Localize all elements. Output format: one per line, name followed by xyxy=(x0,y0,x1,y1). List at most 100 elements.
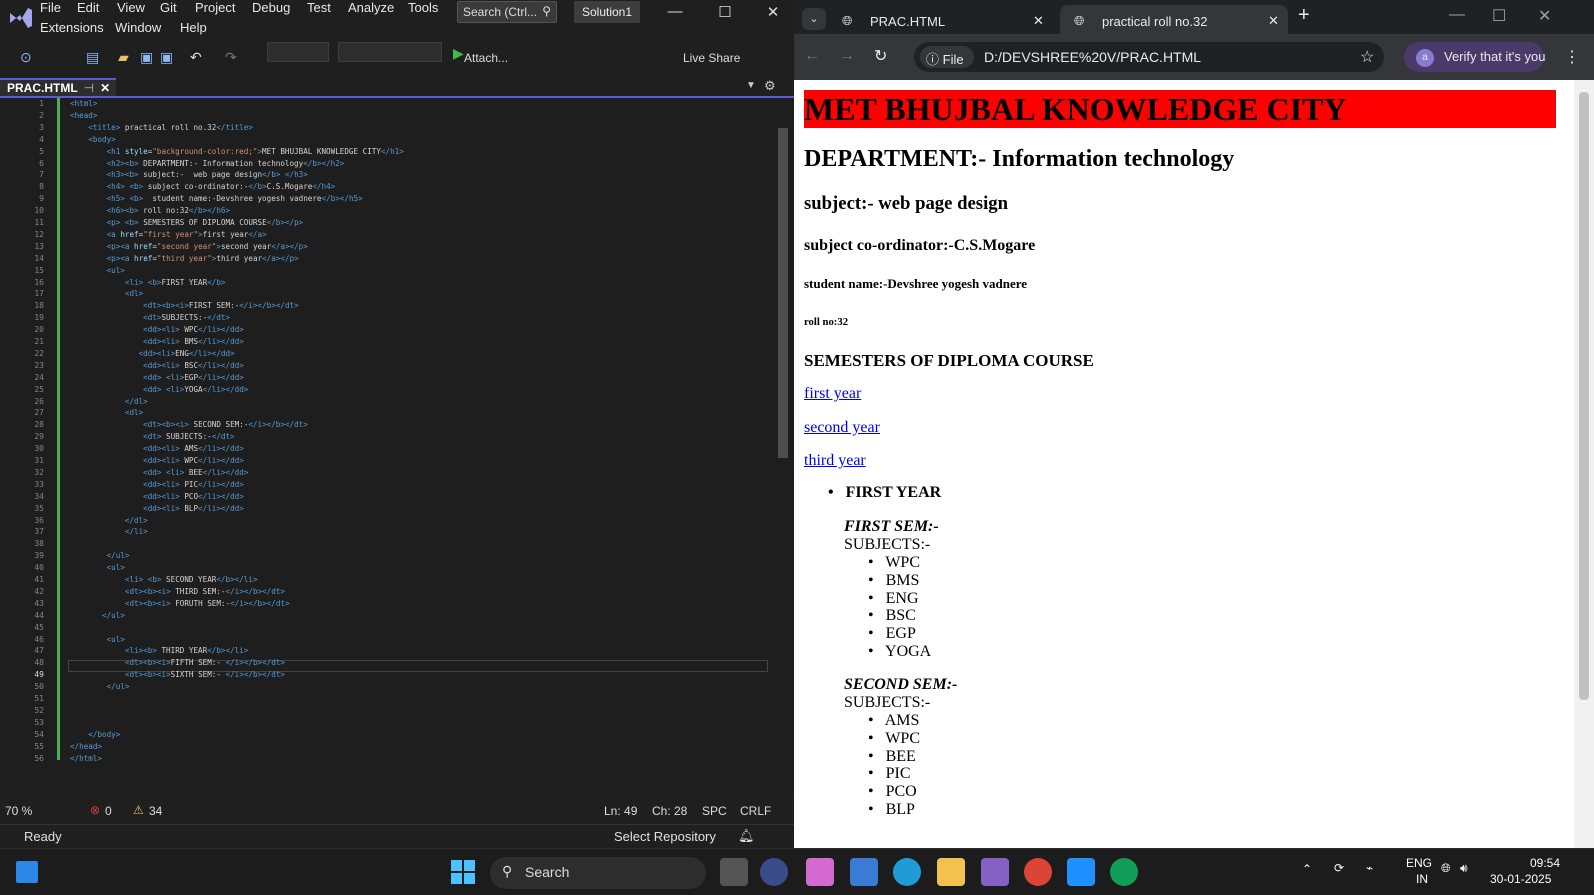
language-primary[interactable]: ENG xyxy=(1406,856,1432,870)
code-line-17[interactable]: <dl> xyxy=(70,288,143,300)
zoom-level[interactable]: 70 % xyxy=(5,804,32,818)
edge-icon[interactable] xyxy=(893,858,921,886)
bookmark-star-icon[interactable]: ☆ xyxy=(1360,47,1374,67)
verify-button[interactable]: a Verify that it's you xyxy=(1404,42,1545,72)
page-scrollbar[interactable] xyxy=(1574,80,1594,848)
code-line-20[interactable]: <dd><li> WPC</li></dd> xyxy=(70,324,244,336)
menu-analyze[interactable]: Analyze xyxy=(348,0,394,15)
minimize-icon[interactable]: — xyxy=(1449,6,1465,24)
code-line-54[interactable]: </body> xyxy=(70,729,120,741)
taskbar-search[interactable]: ⚲ Search xyxy=(490,857,706,889)
code-line-7[interactable]: <h3><b> subject:- web page design</b> </… xyxy=(70,169,308,181)
url-text[interactable]: D:/DEVSHREE%20V/PRAC.HTML xyxy=(984,49,1201,65)
language-secondary[interactable]: IN xyxy=(1416,872,1428,886)
tab-prac-html[interactable]: 🌐︎ PRAC.HTML ✕ xyxy=(828,5,1058,34)
menu-project[interactable]: Project xyxy=(195,0,235,15)
code-line-31[interactable]: <dd><li> WPC</li></dd> xyxy=(70,455,244,467)
tab1-close-icon[interactable]: ✕ xyxy=(1033,13,1044,29)
code-line-32[interactable]: <dd> <li> BEE</li></dd> xyxy=(70,467,248,479)
play-icon[interactable]: ▶ xyxy=(453,45,464,62)
solution-name[interactable]: Solution1 xyxy=(574,1,640,23)
code-line-43[interactable]: <dt><b><i> FORUTH SEM:-</i></b></dt> xyxy=(70,598,290,610)
link-third-year[interactable]: third year xyxy=(804,452,866,470)
file-explorer-icon[interactable] xyxy=(937,858,965,886)
code-line-41[interactable]: <li> <b> SECOND YEAR</b></li> xyxy=(70,574,258,586)
maximize-icon[interactable]: ☐ xyxy=(1492,6,1506,26)
code-line-14[interactable]: <p><a href="third year">third year</a></… xyxy=(70,253,299,265)
save-all-icon[interactable]: ▣ xyxy=(160,49,173,66)
task-view-icon[interactable] xyxy=(720,858,748,886)
chrome-icon[interactable] xyxy=(1024,858,1052,886)
menu-debug[interactable]: Debug xyxy=(252,0,290,15)
code-text[interactable]: <html> <head> <title> practical roll no.3… xyxy=(70,98,770,763)
config-dropdown[interactable] xyxy=(267,42,329,62)
windows-start-icon[interactable] xyxy=(451,860,475,884)
minimize-icon[interactable]: — xyxy=(660,3,690,20)
code-line-18[interactable]: <dt><b><i>FIRST SEM:-</i></b></dt> xyxy=(70,300,299,312)
site-info-chip[interactable]: ⓘ File xyxy=(920,46,974,68)
code-line-24[interactable]: <dd> <li>EGP</li></dd> xyxy=(70,372,244,384)
save-icon[interactable]: ▣ xyxy=(140,49,153,66)
code-line-46[interactable]: <ul> xyxy=(70,634,125,646)
code-line-30[interactable]: <dd><li> AMS</li></dd> xyxy=(70,443,244,455)
code-line-33[interactable]: <dd><li> PIC</li></dd> xyxy=(70,479,244,491)
open-folder-icon[interactable]: ▰ xyxy=(118,49,129,66)
tab-practical-roll[interactable]: 🌐︎ practical roll no.32 ✕ xyxy=(1060,5,1288,34)
code-line-21[interactable]: <dd><li> BMS</li></dd> xyxy=(70,336,244,348)
code-line-22[interactable]: <dd><li>ENG</li></dd> xyxy=(70,348,235,360)
forward-icon[interactable]: → xyxy=(839,47,855,65)
code-line-56[interactable]: </html> xyxy=(70,753,102,765)
code-line-26[interactable]: </dl> xyxy=(70,396,148,408)
gear-icon[interactable]: ⚙ xyxy=(764,78,776,94)
menu-help[interactable]: Help xyxy=(180,20,207,35)
menu-file[interactable]: File xyxy=(40,0,61,15)
code-line-11[interactable]: <p> <b> SEMESTERS OF DIPLOMA COURSE</b><… xyxy=(70,217,304,229)
code-line-34[interactable]: <dd><li> PCO</li></dd> xyxy=(70,491,244,503)
code-editor[interactable]: 1 2 3 4 5 6 7 8 9 10 11 12 13 14 15 16 17 18 19 20 21 22 23 24 2… xyxy=(0,98,794,798)
code-line-23[interactable]: <dd><li> BSC</li></dd> xyxy=(70,360,244,372)
network-icon[interactable]: ⌁ xyxy=(1366,861,1373,875)
code-line-9[interactable]: <h5> <b> student name:-Devshree yogesh v… xyxy=(70,193,363,205)
tab2-close-icon[interactable]: ✕ xyxy=(1268,13,1279,29)
whitespace-mode[interactable]: SPC xyxy=(702,804,727,818)
code-line-40[interactable]: <ul> xyxy=(70,562,125,574)
bell-icon[interactable]: 🔔︎ xyxy=(738,828,755,844)
code-line-12[interactable]: <a href="first year">first year</a> xyxy=(70,229,267,241)
error-count[interactable]: 0 xyxy=(105,804,112,818)
tab-search-icon[interactable]: ⌄ xyxy=(802,8,826,30)
line-ending[interactable]: CRLF xyxy=(740,804,771,818)
address-bar[interactable]: ⓘ File D:/DEVSHREE%20V/PRAC.HTML ☆ xyxy=(914,42,1384,72)
code-line-13[interactable]: <p><a href="second year">second year</a>… xyxy=(70,241,308,253)
dropdown-icon[interactable]: ▼ xyxy=(746,80,756,91)
code-line-29[interactable]: <dt> SUBJECTS:-</dt> xyxy=(70,431,234,443)
globe-icon[interactable]: 🌐︎ xyxy=(1441,861,1451,876)
menu-edit[interactable]: Edit xyxy=(77,0,99,15)
warning-count[interactable]: 34 xyxy=(149,804,162,818)
code-line-36[interactable]: </dl> xyxy=(70,515,148,527)
tab-prac-html[interactable]: PRAC.HTML ⊣ ✕ xyxy=(0,78,116,96)
undo-icon[interactable]: ↶ xyxy=(190,49,202,66)
kebab-menu-icon[interactable]: ⋮ xyxy=(1564,47,1580,67)
copilot-icon[interactable] xyxy=(806,858,834,886)
new-tab-icon[interactable]: + xyxy=(1298,4,1310,27)
clock-time[interactable]: 09:54 xyxy=(1530,856,1560,870)
chrome-profile-icon[interactable] xyxy=(1110,858,1138,886)
code-line-48[interactable]: <dt><b><i>FIFTH SEM:- </i></b></dt> xyxy=(70,657,285,669)
pin-icon[interactable]: ⊣ xyxy=(84,81,94,95)
link-second-year[interactable]: second year xyxy=(804,419,880,437)
attach-button[interactable]: Attach... xyxy=(464,51,508,65)
code-line-28[interactable]: <dt><b><i> SECOND SEM:-</i></b></dt> xyxy=(70,419,308,431)
code-line-55[interactable]: </head> xyxy=(70,741,102,753)
close-icon[interactable]: ✕ xyxy=(758,3,788,21)
code-line-35[interactable]: <dd><li> BLP</li></dd> xyxy=(70,503,244,515)
code-line-25[interactable]: <dd> <li>YOGA</li></dd> xyxy=(70,384,248,396)
page-scrollbar-thumb[interactable] xyxy=(1579,92,1589,700)
editor-scrollbar[interactable] xyxy=(772,98,794,798)
code-line-50[interactable]: </ul> xyxy=(70,681,130,693)
new-project-icon[interactable]: ▤ xyxy=(86,49,99,66)
app-icon[interactable] xyxy=(760,858,788,886)
code-line-1[interactable]: <html> xyxy=(70,98,97,110)
code-line-8[interactable]: <h4> <b> subject co-ordinator:-</b>C.S.M… xyxy=(70,181,336,193)
code-line-3[interactable]: <title> practical roll no.32</title> xyxy=(70,122,253,134)
code-line-10[interactable]: <h6><b> roll no:32</b></h6> xyxy=(70,205,231,217)
